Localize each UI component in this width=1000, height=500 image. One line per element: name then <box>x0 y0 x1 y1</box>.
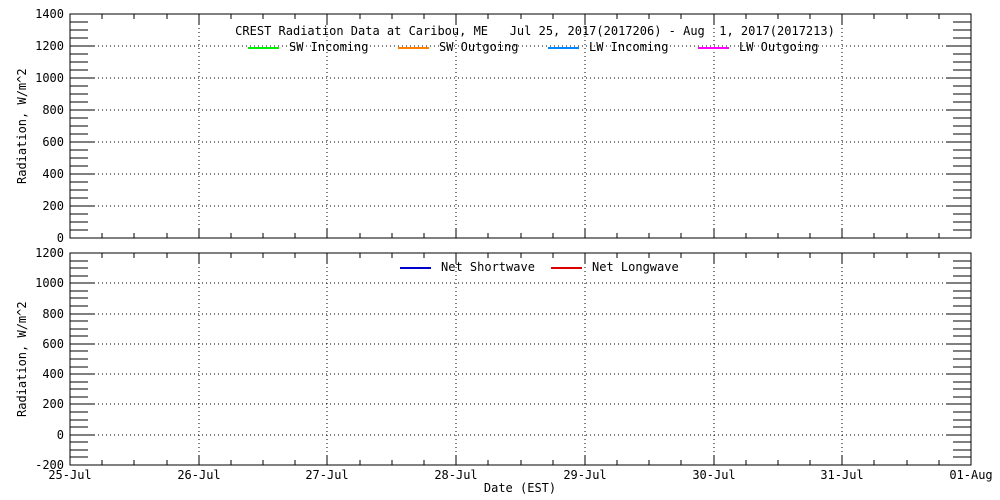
y-tick-label: 1000 <box>0 71 64 85</box>
legend-label: Net Longwave <box>592 260 679 274</box>
y-tick-label: 800 <box>0 103 64 117</box>
legend-label: LW Outgoing <box>739 40 818 54</box>
x-tick-label: 25-Jul <box>30 468 110 482</box>
plot-frame-top <box>70 14 971 238</box>
x-tick-label: 01-Aug <box>931 468 1000 482</box>
radiation-figure: CREST Radiation Data at Caribou, ME Jul … <box>0 0 1000 500</box>
legend-label: Net Shortwave <box>441 260 535 274</box>
legend-line-lw-outgoing <box>698 47 729 49</box>
legend-label: SW Incoming <box>289 40 368 54</box>
chart-title: CREST Radiation Data at Caribou, ME Jul … <box>235 24 835 38</box>
x-axis-label: Date (EST) <box>484 481 556 495</box>
x-tick-label: 31-Jul <box>802 468 882 482</box>
x-tick-label: 29-Jul <box>545 468 625 482</box>
legend-label: SW Outgoing <box>439 40 518 54</box>
x-tick-label: 28-Jul <box>416 468 496 482</box>
legend-label: LW Incoming <box>589 40 668 54</box>
legend-line-net-longwave <box>551 267 582 269</box>
y-tick-label: 600 <box>0 135 64 149</box>
y-tick-label: 400 <box>0 167 64 181</box>
y-tick-label: 1200 <box>0 39 64 53</box>
legend-line-sw-incoming <box>248 47 279 49</box>
y-tick-label: 400 <box>0 367 64 381</box>
y-tick-label: 0 <box>0 428 64 442</box>
chart-canvas <box>0 0 1000 500</box>
plot-frame-bottom <box>70 253 971 465</box>
y-tick-label: 600 <box>0 337 64 351</box>
y-tick-label: 1200 <box>0 246 64 260</box>
y-tick-label: 800 <box>0 307 64 321</box>
y-tick-label: 0 <box>0 231 64 245</box>
x-tick-label: 30-Jul <box>674 468 754 482</box>
x-tick-label: 27-Jul <box>287 468 367 482</box>
y-tick-label: 200 <box>0 199 64 213</box>
y-tick-label: 1000 <box>0 276 64 290</box>
legend-line-lw-incoming <box>548 47 579 49</box>
y-tick-label: 200 <box>0 397 64 411</box>
legend-line-sw-outgoing <box>398 47 429 49</box>
legend-line-net-shortwave <box>400 267 431 269</box>
x-tick-label: 26-Jul <box>159 468 239 482</box>
y-tick-label: 1400 <box>0 7 64 21</box>
